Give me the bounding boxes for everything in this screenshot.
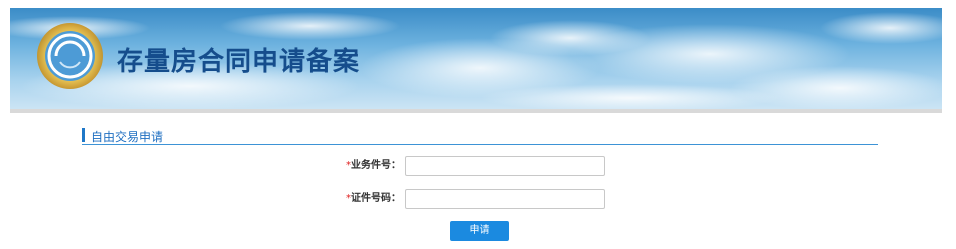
business-number-label: *业务件号： — [346, 155, 401, 177]
id-number-label: *证件号码： — [346, 188, 401, 210]
section-header: 自由交易申请 — [82, 126, 878, 145]
business-number-label-text: 业务件号： — [351, 160, 401, 171]
section-title: 自由交易申请 — [91, 130, 164, 144]
emblem-icon — [34, 20, 106, 92]
id-number-input[interactable] — [405, 189, 605, 209]
apply-button[interactable]: 申请 — [450, 221, 509, 241]
form-row-business-number: *业务件号： — [0, 155, 956, 177]
page: 存量房合同申请备案 自由交易申请 *业务件号： *证件号码： 申请 — [0, 0, 956, 249]
page-title: 存量房合同申请备案 — [117, 47, 361, 77]
business-number-input[interactable] — [405, 156, 605, 176]
id-number-label-text: 证件号码： — [351, 193, 401, 204]
section-accent-bar — [82, 128, 85, 142]
form-row-id-number: *证件号码： — [0, 188, 956, 210]
banner-divider — [10, 109, 942, 113]
